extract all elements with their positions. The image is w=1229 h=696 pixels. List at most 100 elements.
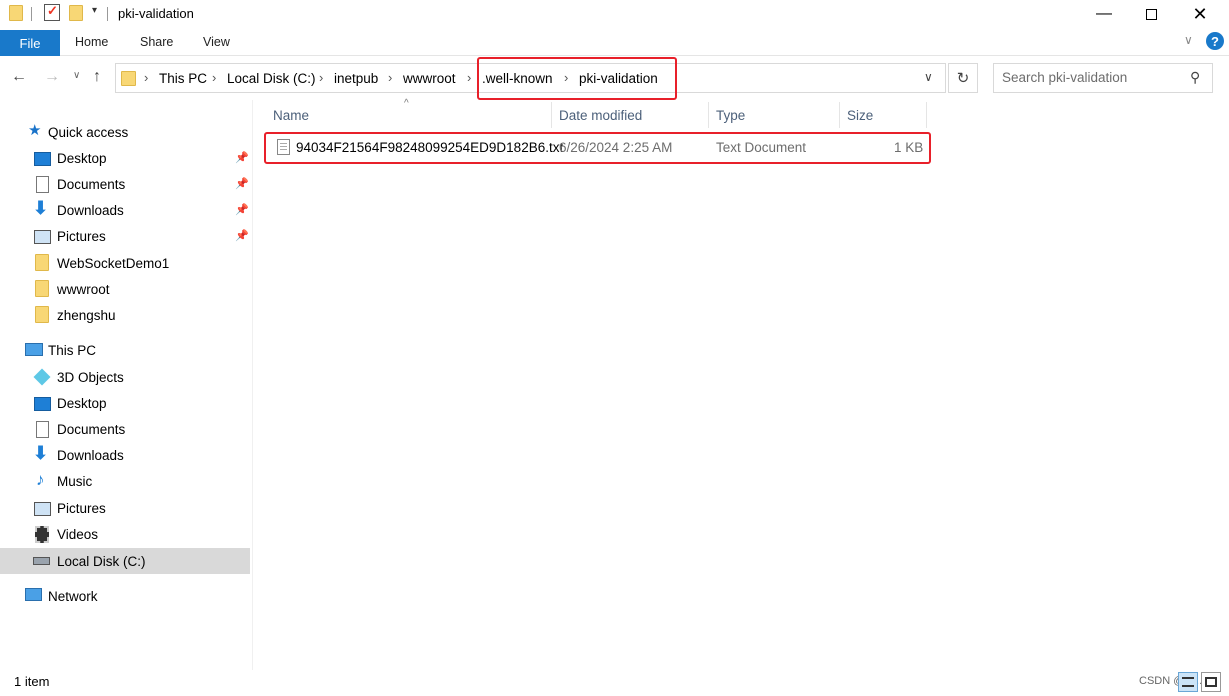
column-header-type[interactable]: Type	[716, 108, 745, 123]
details-view-icon	[1182, 677, 1194, 687]
column-header-date[interactable]: Date modified	[559, 108, 642, 123]
sidebar-item-websocketdemo1[interactable]: WebSocketDemo1	[0, 250, 250, 276]
tab-share[interactable]: Share	[140, 35, 173, 49]
customize-toolbar-icon[interactable]: ▾	[92, 5, 97, 16]
sidebar-item-downloads[interactable]: ⬇ Downloads 📌	[0, 197, 250, 223]
large-icons-view-button[interactable]	[1201, 672, 1221, 692]
sidebar-item-label: Quick access	[48, 124, 129, 140]
pane-divider[interactable]	[252, 100, 253, 670]
search-box[interactable]: ⚲	[993, 63, 1213, 93]
sidebar-item-label: Desktop	[57, 395, 107, 411]
pictures-icon	[34, 502, 51, 516]
search-icon[interactable]: ⚲	[1190, 69, 1200, 86]
pin-icon: 📌	[235, 204, 249, 216]
toolbar-divider	[31, 7, 32, 21]
computer-icon	[25, 343, 43, 356]
sidebar-item-label: Desktop	[57, 150, 107, 166]
star-icon: ★	[28, 122, 42, 139]
sidebar-item-3d-objects[interactable]: 3D Objects	[0, 364, 250, 390]
crumb-local-disk[interactable]: Local Disk (C:)	[227, 71, 316, 86]
help-icon[interactable]: ?	[1206, 32, 1224, 50]
pin-icon: 📌	[235, 230, 249, 242]
navigation-pane: ★ Quick access Desktop 📌 Documents 📌 ⬇ D…	[0, 100, 252, 670]
back-arrow-icon: ←	[11, 68, 27, 85]
folder-icon	[9, 5, 23, 21]
maximize-button[interactable]	[1128, 0, 1174, 28]
crumb-inetpub[interactable]: inetpub	[334, 71, 378, 86]
chevron-right-icon[interactable]: ›	[319, 70, 323, 85]
chevron-down-icon: ∨	[73, 70, 81, 81]
column-divider[interactable]	[708, 102, 709, 128]
refresh-icon: ↻	[956, 70, 970, 87]
crumb-wwwroot[interactable]: wwwroot	[403, 71, 456, 86]
sidebar-item-local-disk[interactable]: Local Disk (C:)	[0, 548, 250, 574]
chevron-right-icon[interactable]: ›	[467, 70, 471, 85]
close-icon: ✕	[1192, 3, 1208, 24]
maximize-icon	[1145, 8, 1157, 20]
column-header-size[interactable]: Size	[847, 108, 873, 123]
highlight-box	[477, 57, 677, 100]
crumb-this-pc[interactable]: This PC	[159, 71, 207, 86]
sidebar-item-network[interactable]: Network	[0, 583, 250, 609]
title-bar: ✓ ▾ pki-validation — ✕	[0, 0, 1229, 28]
sidebar-item-documents[interactable]: Documents 📌	[0, 171, 250, 197]
ribbon-tabs: File Home Share View ∨ ?	[0, 30, 1229, 56]
sidebar-item-label: 3D Objects	[57, 369, 124, 385]
sidebar-item-desktop[interactable]: Desktop	[0, 390, 250, 416]
downloads-icon: ⬇	[33, 443, 49, 463]
drive-icon	[33, 557, 50, 565]
folder-icon	[35, 306, 49, 323]
sidebar-item-desktop[interactable]: Desktop 📌	[0, 145, 250, 171]
forward-button[interactable]: →	[44, 68, 60, 86]
sidebar-item-music[interactable]: ♪ Music	[0, 468, 250, 494]
search-input[interactable]	[1002, 70, 1187, 85]
pin-icon: 📌	[235, 178, 249, 190]
pin-icon: 📌	[235, 152, 249, 164]
column-divider[interactable]	[839, 102, 840, 128]
tab-home[interactable]: Home	[75, 35, 108, 49]
sidebar-item-documents[interactable]: Documents	[0, 416, 250, 442]
sidebar-item-label: Documents	[57, 176, 126, 192]
sidebar-item-label: Network	[48, 588, 98, 604]
chevron-right-icon[interactable]: ›	[144, 70, 148, 85]
music-icon: ♪	[36, 470, 45, 489]
back-button[interactable]: ←	[11, 68, 27, 86]
sidebar-item-videos[interactable]: Videos	[0, 521, 250, 547]
folder-icon	[35, 254, 49, 271]
sidebar-item-label: Downloads	[57, 447, 124, 463]
close-button[interactable]: ✕	[1177, 0, 1223, 28]
expand-ribbon-icon[interactable]: ∨	[1184, 33, 1193, 47]
column-header-name[interactable]: Name	[273, 108, 309, 123]
tab-view[interactable]: View	[203, 35, 230, 49]
recent-locations-button[interactable]: ∨	[73, 70, 80, 81]
sidebar-item-label: Documents	[57, 421, 126, 437]
chevron-right-icon[interactable]: ›	[212, 70, 216, 85]
column-divider[interactable]	[551, 102, 552, 128]
up-button[interactable]: ↑	[93, 68, 101, 86]
column-divider[interactable]	[926, 102, 927, 128]
sidebar-item-downloads[interactable]: ⬇ Downloads	[0, 442, 250, 468]
pictures-icon	[34, 230, 51, 244]
status-bar: 1 item CSDN @di...	[0, 670, 1229, 696]
address-dropdown-button[interactable]: ∨	[924, 70, 933, 84]
new-folder-icon[interactable]	[69, 5, 83, 21]
sidebar-item-pictures[interactable]: Pictures 📌	[0, 223, 250, 249]
sidebar-item-wwwroot[interactable]: wwwroot	[0, 276, 250, 302]
chevron-right-icon[interactable]: ›	[388, 70, 392, 85]
desktop-icon	[34, 152, 51, 166]
details-view-button[interactable]	[1178, 672, 1198, 692]
sidebar-item-label: Pictures	[57, 500, 106, 516]
properties-icon[interactable]: ✓	[44, 3, 60, 21]
network-icon	[25, 588, 42, 601]
refresh-button[interactable]: ↻	[948, 63, 978, 93]
sidebar-item-this-pc[interactable]: This PC	[0, 337, 250, 363]
sidebar-item-zhengshu[interactable]: zhengshu	[0, 302, 250, 328]
window-title: pki-validation	[118, 6, 194, 21]
tab-file[interactable]: File	[0, 30, 60, 56]
up-arrow-icon: ↑	[93, 68, 101, 85]
minimize-button[interactable]: —	[1081, 0, 1127, 28]
sidebar-item-label: Music	[57, 473, 93, 489]
sidebar-item-quick-access[interactable]: ★ Quick access	[0, 119, 250, 145]
large-icons-view-icon	[1205, 677, 1217, 687]
sidebar-item-pictures[interactable]: Pictures	[0, 495, 250, 521]
